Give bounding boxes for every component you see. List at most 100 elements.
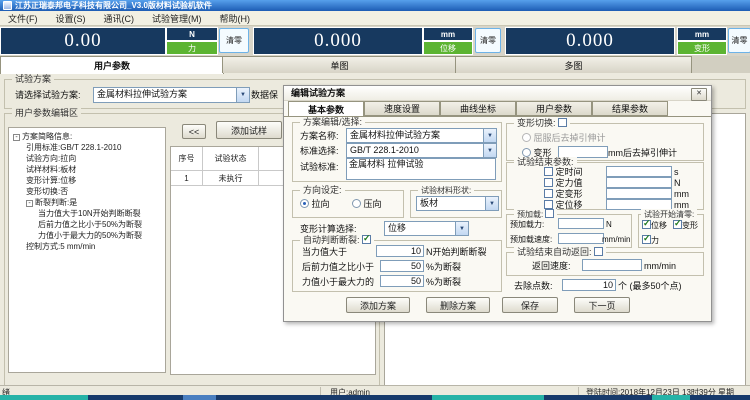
end-force-checkbox[interactable]: 定力值 — [544, 178, 583, 189]
dropdown-arrow-icon[interactable]: ▼ — [485, 197, 498, 210]
dialog-tab-result[interactable]: 结果参数 — [592, 101, 668, 116]
scheme-panel-title: 试验方案 — [12, 74, 54, 85]
dropdown-arrow-icon[interactable]: ▼ — [483, 144, 496, 157]
dropdown-arrow-icon[interactable]: ▼ — [236, 88, 249, 102]
add-scheme-button[interactable]: 添加方案 — [346, 297, 410, 313]
dialog-tab-curve[interactable]: 曲线坐标 — [440, 101, 516, 116]
delete-scheme-button[interactable]: 删除方案 — [426, 297, 490, 313]
return-speed-input[interactable] — [582, 259, 642, 271]
checkbox-icon[interactable] — [544, 189, 553, 198]
taskbar-segment — [652, 395, 690, 400]
preload-speed-input[interactable] — [558, 233, 604, 244]
add-sample-button[interactable]: 添加试样 — [216, 121, 282, 139]
status-separator — [578, 387, 579, 395]
displacement-label: 位移 — [423, 41, 473, 55]
displacement-unit: mm — [423, 27, 473, 41]
menu-help[interactable]: 帮助(H) — [220, 12, 251, 25]
zero-force-checkbox[interactable]: 力 — [642, 235, 659, 246]
zero-disp-checkbox[interactable]: 位移 — [642, 220, 667, 231]
switch-option1-radio[interactable]: 屈服后去掉引伸计 — [522, 133, 606, 144]
material-shape-select[interactable]: 板材 ▼ — [416, 196, 499, 211]
test-standard-field[interactable]: 金属材料 拉伸试验 — [346, 158, 496, 180]
dropdown-arrow-icon[interactable]: ▼ — [483, 129, 496, 142]
tree-node-break-rule-3[interactable]: 力值小于最大力的50%为断裂 — [13, 230, 165, 241]
tab-user-params[interactable]: 用户参数 — [0, 56, 224, 74]
switch-option2-suffix: mm后去掉引伸计 — [608, 148, 677, 159]
preload-force-input[interactable] — [558, 218, 604, 229]
collapse-icon[interactable] — [13, 134, 20, 141]
checkbox-icon[interactable] — [545, 209, 554, 218]
break-rule3-input[interactable]: 50 — [380, 275, 424, 287]
menu-bar: 文件(F) 设置(S) 通讯(C) 试验管理(M) 帮助(H) — [0, 11, 750, 26]
tab-multi-chart[interactable]: 多图 — [455, 56, 692, 73]
checkbox-icon[interactable] — [642, 220, 651, 229]
checkbox-icon[interactable] — [544, 167, 553, 176]
menu-file[interactable]: 文件(F) — [8, 12, 38, 25]
dropdown-arrow-icon[interactable]: ▼ — [455, 222, 468, 235]
save-button[interactable]: 保存 — [502, 297, 558, 313]
tab-single-chart[interactable]: 单图 — [222, 56, 457, 73]
force-clear-button[interactable]: 清零 — [219, 28, 249, 53]
end-time-checkbox[interactable]: 定时间 — [544, 167, 583, 178]
collapse-panel-button[interactable]: << — [182, 124, 206, 139]
tree-node-control-mode[interactable]: 控制方式:5 mm/min — [13, 241, 165, 252]
end-force-input[interactable] — [606, 177, 672, 188]
end-deform-input[interactable] — [606, 188, 672, 199]
scheme-name-select[interactable]: 金属材料拉伸试验方案 ▼ — [346, 128, 497, 143]
checkbox-icon[interactable] — [558, 118, 567, 127]
end-time-input[interactable] — [606, 166, 672, 177]
close-icon[interactable]: ✕ — [691, 88, 707, 101]
tree-node-break-judge[interactable]: 断裂判断:是 — [13, 197, 165, 208]
deform-calc-select[interactable]: 位移 ▼ — [384, 221, 469, 236]
direction-group-title: 方向设定: — [300, 185, 345, 196]
checkbox-icon[interactable] — [594, 247, 603, 256]
tree-node-break-rule-1[interactable]: 当力值大于10N开始判断断裂 — [13, 208, 165, 219]
dialog-tab-speed[interactable]: 速度设置 — [364, 101, 440, 116]
deformation-unit: mm — [677, 27, 727, 41]
tree-node-break-rule-2[interactable]: 后前力值之比小于50%为断裂 — [13, 219, 165, 230]
break-rule2-suffix: %为断裂 — [426, 262, 461, 273]
scheme-name-label: 方案名称: — [300, 131, 339, 142]
dialog-tab-basic[interactable]: 基本参数 — [288, 101, 364, 117]
remove-points-label: 去除点数: — [514, 281, 553, 292]
table-header-status: 试验状态 — [203, 147, 259, 171]
dialog-tab-user[interactable]: 用户参数 — [516, 101, 592, 116]
tree-node-standard[interactable]: 引用标准:GB/T 228.1-2010 — [13, 142, 165, 153]
tree-node-material[interactable]: 试样材料:板材 — [13, 164, 165, 175]
menu-settings[interactable]: 设置(S) — [56, 12, 86, 25]
tree-node-deform-calc[interactable]: 变形计算:位移 — [13, 175, 165, 186]
tree-node-deform-switch[interactable]: 变形切换:否 — [13, 186, 165, 197]
zero-deform-checkbox[interactable]: 变形 — [673, 220, 698, 231]
test-standard-label: 试验标准: — [300, 162, 339, 173]
checkbox-icon[interactable] — [642, 235, 651, 244]
radio-icon[interactable] — [300, 199, 309, 208]
scheme-summary-tree: 方案简略信息: 引用标准:GB/T 228.1-2010 试验方向:拉向 试样材… — [8, 127, 166, 373]
displacement-clear-button[interactable]: 清零 — [475, 28, 501, 53]
deformation-clear-button[interactable]: 清零 — [728, 28, 750, 53]
checkbox-icon[interactable] — [544, 200, 553, 209]
direction-pull-radio[interactable]: 拉向 — [300, 199, 330, 210]
remove-points-input[interactable]: 10 — [562, 279, 616, 291]
checkbox-icon[interactable] — [673, 220, 682, 229]
checkbox-icon[interactable] — [362, 235, 371, 244]
direction-press-radio[interactable]: 压向 — [352, 199, 382, 210]
radio-icon[interactable] — [522, 133, 531, 142]
collapse-icon[interactable] — [26, 200, 33, 207]
tree-node-direction[interactable]: 试验方向:拉向 — [13, 153, 165, 164]
menu-comm[interactable]: 通讯(C) — [104, 12, 135, 25]
row-status-cell: 未执行 — [203, 171, 259, 186]
checkbox-icon[interactable] — [544, 178, 553, 187]
radio-icon[interactable] — [352, 199, 361, 208]
next-page-button[interactable]: 下一页 — [574, 297, 630, 313]
break-rule2-input[interactable]: 50 — [380, 260, 424, 272]
menu-test-management[interactable]: 试验管理(M) — [152, 12, 202, 25]
break-rule1-input[interactable]: 10 — [376, 245, 424, 257]
end-deform-checkbox[interactable]: 定变形 — [544, 189, 583, 200]
force-unit: N — [166, 27, 218, 41]
scheme-select[interactable]: 金属材料拉伸试验方案 ▼ — [93, 87, 250, 103]
standard-select[interactable]: GB/T 228.1-2010 ▼ — [346, 143, 497, 158]
tree-node-root[interactable]: 方案简略信息: — [13, 131, 165, 142]
end-time-unit: s — [674, 167, 679, 178]
editor-panel-title: 用户参数编辑区 — [12, 108, 81, 119]
radio-icon[interactable] — [522, 148, 531, 157]
